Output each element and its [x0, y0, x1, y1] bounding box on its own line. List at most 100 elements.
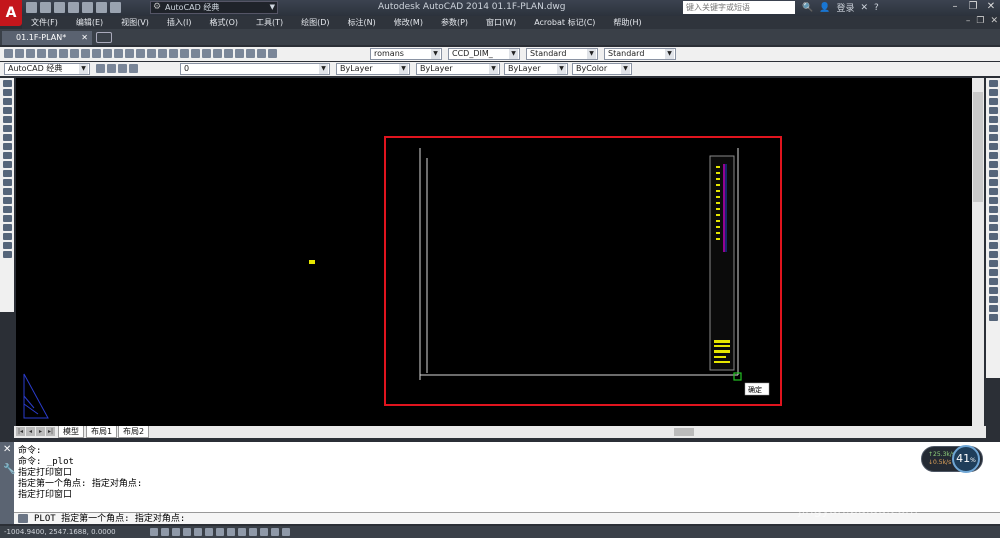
- circle-icon[interactable]: [2, 134, 12, 141]
- snap-icon[interactable]: [150, 528, 158, 536]
- zoom-window-icon[interactable]: [180, 49, 189, 58]
- menu-item-0[interactable]: 文件(F): [22, 16, 67, 29]
- selection-cycling-icon[interactable]: [282, 528, 290, 536]
- polygon-icon[interactable]: [2, 107, 12, 114]
- workspace-toolbar-dropdown[interactable]: AutoCAD 经典 ▼: [4, 63, 90, 75]
- tab-layout1[interactable]: 布局1: [86, 426, 118, 438]
- minimize-button[interactable]: –: [946, 0, 964, 14]
- workspace-settings-icon[interactable]: [96, 64, 105, 73]
- make-block-icon[interactable]: [2, 188, 12, 195]
- table-icon[interactable]: [2, 233, 12, 240]
- last-layout-icon[interactable]: ▸|: [46, 427, 55, 436]
- layer-properties-icon[interactable]: [107, 64, 116, 73]
- doc-close-button[interactable]: ✕: [990, 16, 998, 26]
- multileader-style-dropdown[interactable]: Standard ▼: [604, 48, 676, 60]
- print-icon[interactable]: [37, 49, 46, 58]
- arc-icon[interactable]: [2, 125, 12, 132]
- ortho-icon[interactable]: [172, 528, 180, 536]
- layer-state-icon[interactable]: [118, 64, 127, 73]
- erase-icon[interactable]: [988, 80, 998, 87]
- join-icon[interactable]: [988, 197, 998, 204]
- menu-item-2[interactable]: 视图(V): [112, 16, 158, 29]
- otrack-icon[interactable]: [216, 528, 224, 536]
- chamfer-icon[interactable]: [988, 206, 998, 213]
- menu-item-8[interactable]: 修改(M): [385, 16, 432, 29]
- plot-style-dropdown[interactable]: ByColor ▼: [572, 63, 632, 75]
- 3d-print-icon[interactable]: [70, 49, 79, 58]
- gradient-icon[interactable]: [2, 215, 12, 222]
- rotate-icon[interactable]: [988, 134, 998, 141]
- close-button[interactable]: ✕: [982, 0, 1000, 14]
- save-icon[interactable]: [54, 2, 65, 13]
- close-tab-icon[interactable]: ✕: [81, 31, 88, 45]
- pan-icon[interactable]: [158, 49, 167, 58]
- linetype-dropdown[interactable]: ByLayer ▼: [416, 63, 500, 75]
- revision-cloud-icon[interactable]: [2, 143, 12, 150]
- menu-item-11[interactable]: Acrobat 标记(C): [525, 16, 604, 29]
- layer-dropdown[interactable]: 0 ▼: [180, 63, 330, 75]
- design-center-icon[interactable]: [213, 49, 222, 58]
- dimension-linear-icon[interactable]: [988, 242, 998, 249]
- drawing-canvas[interactable]: 确定: [16, 78, 972, 426]
- break-at-point-icon[interactable]: [988, 179, 998, 186]
- lineweight-dropdown[interactable]: ByLayer ▼: [504, 63, 568, 75]
- match-properties-icon[interactable]: [114, 49, 123, 58]
- extend-icon[interactable]: [988, 170, 998, 177]
- tool-palettes-icon[interactable]: [224, 49, 233, 58]
- mirror-icon[interactable]: [988, 98, 998, 105]
- construction-line-icon[interactable]: [2, 89, 12, 96]
- hatch-icon[interactable]: [2, 206, 12, 213]
- search-input[interactable]: 键入关键字或短语: [683, 1, 795, 14]
- app-menu-button[interactable]: A: [0, 0, 22, 26]
- vertical-scrollbar[interactable]: [972, 78, 984, 426]
- grid-icon[interactable]: [161, 528, 169, 536]
- markup-icon[interactable]: [246, 49, 255, 58]
- dynamic-input-icon[interactable]: [238, 528, 246, 536]
- doc-restore-button[interactable]: ❐: [976, 16, 984, 26]
- tab-layout2[interactable]: 布局2: [118, 426, 150, 438]
- menu-item-7[interactable]: 标注(N): [339, 16, 385, 29]
- cut-icon[interactable]: [81, 49, 90, 58]
- menu-item-1[interactable]: 编辑(E): [67, 16, 112, 29]
- layer-on-icon[interactable]: [129, 64, 138, 73]
- lineweight-icon[interactable]: [249, 528, 257, 536]
- region-icon[interactable]: [2, 224, 12, 231]
- dimension-angular-icon[interactable]: [988, 278, 998, 285]
- sheet-set-icon[interactable]: [235, 49, 244, 58]
- save-as-icon[interactable]: [68, 2, 79, 13]
- dimension-arc-icon[interactable]: [988, 260, 998, 267]
- customize-command-icon[interactable]: 🔧: [3, 464, 15, 475]
- array-icon[interactable]: [988, 116, 998, 123]
- new-file-icon[interactable]: [26, 2, 37, 13]
- spline-icon[interactable]: [2, 152, 12, 159]
- next-layout-icon[interactable]: ▸: [36, 427, 45, 436]
- help-icon[interactable]: ?: [874, 3, 879, 13]
- search-icon[interactable]: 🔍: [802, 3, 813, 13]
- menu-item-6[interactable]: 绘图(D): [292, 16, 338, 29]
- ducs-icon[interactable]: [227, 528, 235, 536]
- baseline-dimension-icon[interactable]: [988, 296, 998, 303]
- insert-block-icon[interactable]: [2, 179, 12, 186]
- quickcalc-icon[interactable]: [257, 49, 266, 58]
- dimension-aligned-icon[interactable]: [988, 251, 998, 258]
- table-style-dropdown[interactable]: Standard ▼: [526, 48, 598, 60]
- publish-icon[interactable]: [59, 49, 68, 58]
- menu-item-3[interactable]: 插入(I): [158, 16, 201, 29]
- doc-minimize-button[interactable]: –: [966, 16, 971, 26]
- zoom-realtime-icon[interactable]: [169, 49, 178, 58]
- multiline-text-icon[interactable]: [2, 242, 12, 249]
- open-file-icon[interactable]: [40, 2, 51, 13]
- trim-icon[interactable]: [988, 161, 998, 168]
- ellipse-icon[interactable]: [2, 161, 12, 168]
- quick-properties-icon[interactable]: [271, 528, 279, 536]
- menu-item-9[interactable]: 参数(P): [432, 16, 477, 29]
- copy-icon[interactable]: [92, 49, 101, 58]
- fillet-icon[interactable]: [988, 215, 998, 222]
- color-dropdown[interactable]: ByLayer ▼: [336, 63, 410, 75]
- quick-dimension-icon[interactable]: [988, 287, 998, 294]
- dimension-style-dropdown[interactable]: CCD_DIM_ ▼: [448, 48, 520, 60]
- redo-icon[interactable]: [110, 2, 121, 13]
- close-command-icon[interactable]: ✕: [3, 444, 11, 455]
- continue-dimension-icon[interactable]: [988, 305, 998, 312]
- undo-icon[interactable]: [96, 2, 107, 13]
